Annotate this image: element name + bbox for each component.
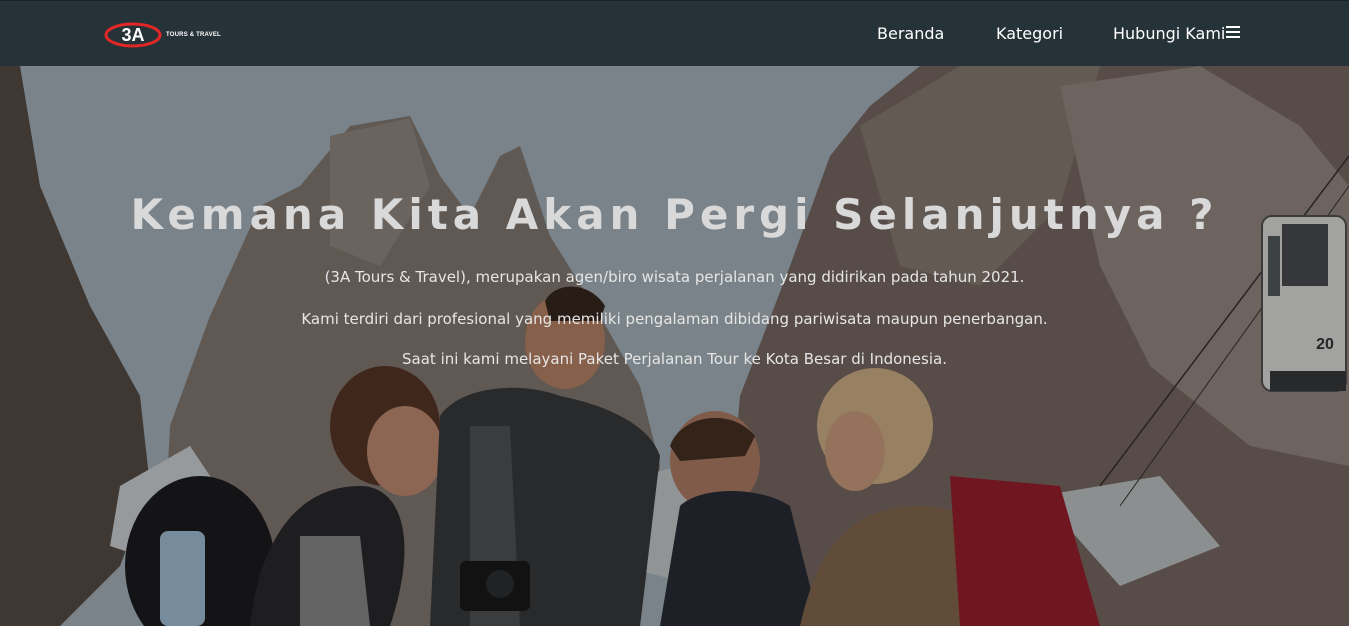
hero-title: Kemana Kita Akan Pergi Selanjutnya ? <box>130 190 1219 239</box>
hero-banner: 20 Kemana Kita Akan Pergi Selanjutnya ? … <box>0 66 1349 626</box>
hamburger-icon[interactable] <box>1226 26 1240 38</box>
nav-hubungi-kami[interactable]: Hubungi Kami <box>1113 24 1225 43</box>
hero-overlay <box>0 66 1349 626</box>
svg-text:3A: 3A <box>121 25 144 45</box>
hero-description-line: Kami terdiri dari profesional yang memil… <box>301 310 1048 328</box>
nav-kategori[interactable]: Kategori <box>996 24 1063 43</box>
top-navbar: 3A TOURS & TRAVEL Beranda Kategori Hubun… <box>0 0 1349 66</box>
logo-text: TOURS & TRAVEL <box>166 32 221 38</box>
brand-logo[interactable]: 3A TOURS & TRAVEL <box>104 21 221 49</box>
hero-description-line: Saat ini kami melayani Paket Perjalanan … <box>402 350 947 368</box>
logo-mark: 3A <box>104 22 162 48</box>
hero-description-line: (3A Tours & Travel), merupakan agen/biro… <box>324 268 1025 286</box>
nav-beranda[interactable]: Beranda <box>877 24 944 43</box>
